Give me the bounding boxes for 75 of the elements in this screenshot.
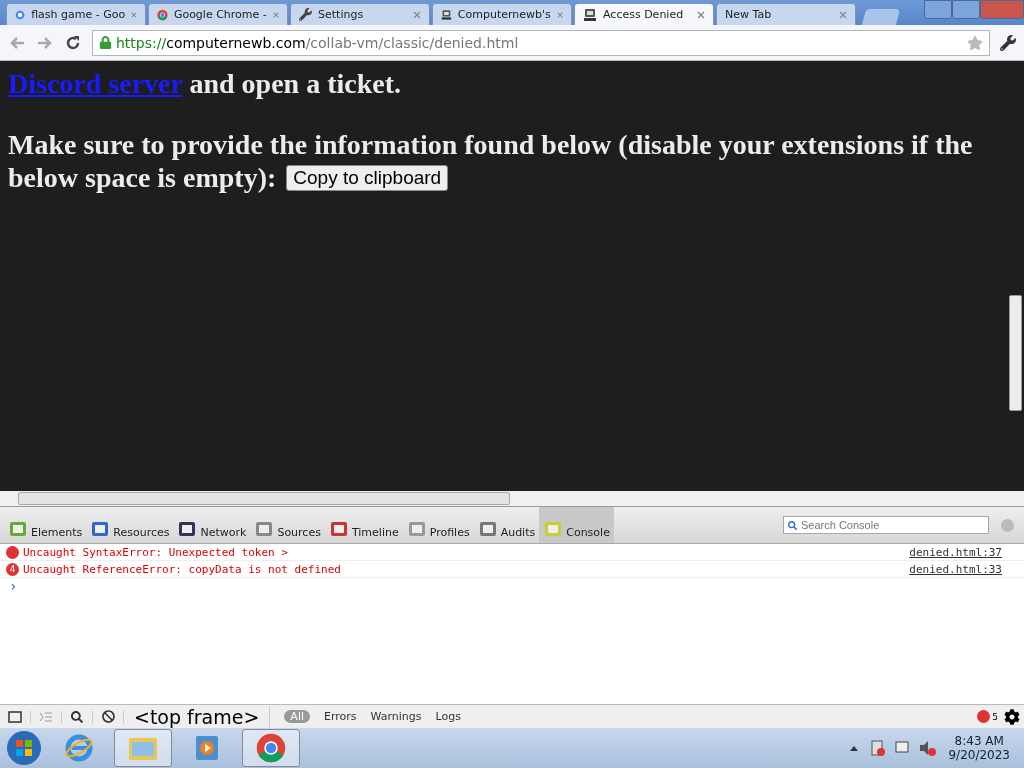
source-link[interactable]: denied.html:33 xyxy=(909,562,1002,576)
start-button[interactable] xyxy=(4,729,44,767)
panel-icon xyxy=(90,519,111,539)
close-icon[interactable] xyxy=(839,10,847,19)
lock-icon xyxy=(99,36,112,49)
star-icon[interactable] xyxy=(967,34,983,51)
address-bar[interactable]: https://computernewb.com/collab-vm/classic/denied.html xyxy=(92,29,990,56)
search-box[interactable]: Search Console xyxy=(783,516,989,534)
tray-icons[interactable] xyxy=(848,739,939,757)
page-text: and open a ticket. xyxy=(188,68,401,99)
error-icon xyxy=(977,710,991,723)
close-icon[interactable] xyxy=(413,10,421,19)
filter-button[interactable]: Logs xyxy=(435,710,461,723)
devtools-tab[interactable]: Timeline xyxy=(324,507,403,543)
reload-icon[interactable] xyxy=(64,33,82,52)
close-icon[interactable] xyxy=(131,10,137,19)
panel-icon xyxy=(177,519,198,539)
console-prompt[interactable]: › xyxy=(0,578,1024,594)
settings-icon[interactable] xyxy=(1004,708,1020,725)
computer-icon xyxy=(441,7,452,22)
wrench-icon[interactable] xyxy=(1000,34,1016,51)
devtools-tab[interactable]: Network xyxy=(173,507,251,543)
browser-tab[interactable]: Computernewb's xyxy=(432,3,572,25)
media-player-icon[interactable] xyxy=(194,734,220,762)
browser-e-icon[interactable] xyxy=(64,733,94,763)
browser-tab[interactable]: New Tab xyxy=(716,3,856,25)
chrome-icon xyxy=(157,7,168,22)
close-icon[interactable] xyxy=(556,10,563,19)
filter-button[interactable]: Errors xyxy=(324,710,357,723)
panel-icon xyxy=(8,519,28,539)
error-icon xyxy=(6,545,19,559)
clock-date: 9/20/2023 xyxy=(948,748,1010,762)
copy-button[interactable]: Copy to clipboard xyxy=(286,164,449,191)
clear-icon[interactable] xyxy=(1001,518,1014,532)
chrome-icon xyxy=(256,733,286,763)
scrollbar-thumb[interactable] xyxy=(1009,295,1022,411)
browser-tab[interactable]: flash game - Goo xyxy=(6,3,146,25)
panel-icon xyxy=(477,519,498,539)
list-icon[interactable] xyxy=(39,710,53,723)
browser-tab[interactable]: Access Denied xyxy=(574,3,714,25)
repeat-count: 4 xyxy=(6,562,19,576)
scrollbar-thumb[interactable] xyxy=(18,492,510,505)
console-message: Uncaught SyntaxError: Unexpected token > xyxy=(23,545,289,559)
filter-button[interactable]: Warnings xyxy=(370,710,422,723)
browser-tab[interactable]: Settings xyxy=(290,3,430,25)
restore-button[interactable] xyxy=(952,0,980,19)
source-link[interactable]: denied.html:37 xyxy=(909,545,1002,559)
clock-time: 8:43 AM xyxy=(954,734,1004,748)
minimize-button[interactable] xyxy=(924,0,952,19)
new-tab-button[interactable] xyxy=(861,9,901,25)
close-button[interactable] xyxy=(980,0,1024,19)
frame-select[interactable]: <top frame> xyxy=(124,705,271,728)
panel-icon xyxy=(543,519,564,539)
page-text: below space is empty): xyxy=(8,161,277,194)
devtools-tab[interactable]: Resources xyxy=(86,507,174,543)
panel-icon xyxy=(406,519,427,539)
devtools-tab[interactable]: Sources xyxy=(250,507,325,543)
browser-tab[interactable]: Google Chrome - xyxy=(148,3,288,25)
wrench-icon xyxy=(299,8,312,21)
clear-console-icon[interactable] xyxy=(101,710,115,723)
close-icon[interactable] xyxy=(697,10,705,19)
dock-icon[interactable] xyxy=(8,710,22,723)
search-icon xyxy=(788,520,797,530)
devtools-tab[interactable]: Audits xyxy=(473,507,540,543)
devtools-tab[interactable]: Elements xyxy=(4,507,87,543)
devtools-tab[interactable]: Console xyxy=(539,507,614,543)
console-message: Uncaught ReferenceError: copyData is not defined xyxy=(23,562,342,576)
page-text: Make sure to provide the information found below (disable your extensions if the xyxy=(8,128,973,161)
close-icon[interactable] xyxy=(272,10,279,19)
devtools-tab[interactable]: Profiles xyxy=(402,507,474,543)
search-icon[interactable] xyxy=(71,710,83,723)
error-count: 5 xyxy=(977,710,998,723)
panel-icon xyxy=(328,519,349,539)
computer-icon xyxy=(583,7,597,22)
panel-icon xyxy=(254,519,275,539)
